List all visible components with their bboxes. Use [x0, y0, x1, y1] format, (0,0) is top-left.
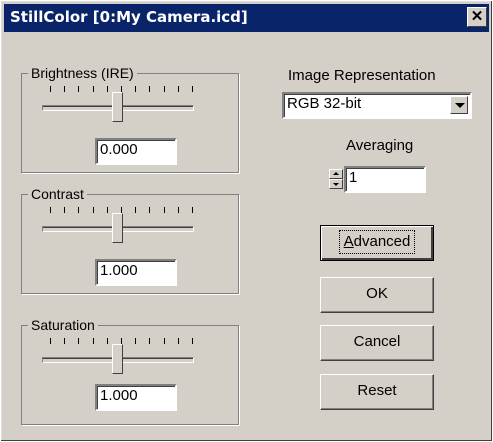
averaging-label: Averaging [346, 137, 414, 154]
slider-tick [64, 207, 66, 213]
slider-tick [78, 86, 80, 92]
saturation-label: Saturation [28, 316, 98, 334]
ok-button[interactable]: OK [320, 277, 434, 313]
advanced-focus: Advanced [338, 230, 416, 254]
slider-tick [192, 338, 193, 344]
averaging-spinner[interactable] [329, 169, 343, 189]
slider-tick [50, 207, 51, 213]
slider-tick [106, 86, 108, 92]
slider-tick [92, 86, 94, 92]
slider-tick [92, 338, 94, 344]
reset-button[interactable]: Reset [320, 374, 434, 410]
slider-tick [78, 207, 80, 213]
advanced-button[interactable]: Advanced [320, 225, 434, 261]
brightness-label: Brightness (IRE) [28, 64, 137, 82]
dialog-window: StillColor [0:My Camera.icd] ✕ Brightnes… [0, 0, 493, 442]
spin-up-icon[interactable] [329, 169, 343, 179]
contrast-label: Contrast [28, 185, 87, 203]
slider-tick [163, 338, 165, 344]
chevron-down-icon[interactable] [450, 96, 468, 114]
slider-tick [149, 86, 151, 92]
slider-tick [64, 86, 66, 92]
slider-tick [163, 207, 165, 213]
slider-tick [64, 338, 66, 344]
slider-tick [135, 338, 137, 344]
title-bar[interactable]: StillColor [0:My Camera.icd] ✕ [4, 4, 489, 32]
spin-down-icon[interactable] [329, 179, 343, 189]
slider-tick [135, 86, 137, 92]
slider-tick [50, 86, 51, 92]
slider-tick [135, 207, 137, 213]
brightness-value-field[interactable]: 0.000 [95, 138, 177, 165]
brightness-slider-thumb[interactable] [111, 92, 123, 122]
close-icon[interactable]: ✕ [467, 7, 487, 27]
window-title: StillColor [0:My Camera.icd] [10, 8, 248, 26]
contrast-ticks [50, 207, 200, 215]
slider-tick [106, 338, 108, 344]
saturation-ticks [50, 338, 200, 346]
slider-tick [177, 207, 179, 213]
advanced-mnemonic: A [343, 233, 354, 250]
averaging-input[interactable]: 1 [344, 166, 426, 193]
slider-tick [163, 86, 165, 92]
slider-tick [106, 207, 108, 213]
image-representation-select[interactable]: RGB 32-bit [282, 92, 472, 119]
slider-tick [192, 207, 193, 213]
brightness-ticks [50, 86, 200, 94]
saturation-slider-thumb[interactable] [111, 344, 123, 374]
image-representation-value: RGB 32-bit [287, 95, 362, 112]
advanced-label: dvanced [353, 233, 411, 250]
slider-tick [192, 86, 193, 92]
slider-tick [78, 338, 80, 344]
contrast-slider-thumb[interactable] [111, 213, 123, 243]
slider-tick [177, 86, 179, 92]
cancel-button[interactable]: Cancel [320, 325, 434, 361]
slider-tick [177, 338, 179, 344]
saturation-value-field[interactable]: 1.000 [95, 384, 177, 411]
contrast-value-field[interactable]: 1.000 [95, 259, 177, 286]
slider-tick [50, 338, 51, 344]
slider-tick [92, 207, 94, 213]
image-representation-label: Image Representation [288, 67, 436, 84]
slider-tick [149, 338, 151, 344]
slider-tick [149, 207, 151, 213]
